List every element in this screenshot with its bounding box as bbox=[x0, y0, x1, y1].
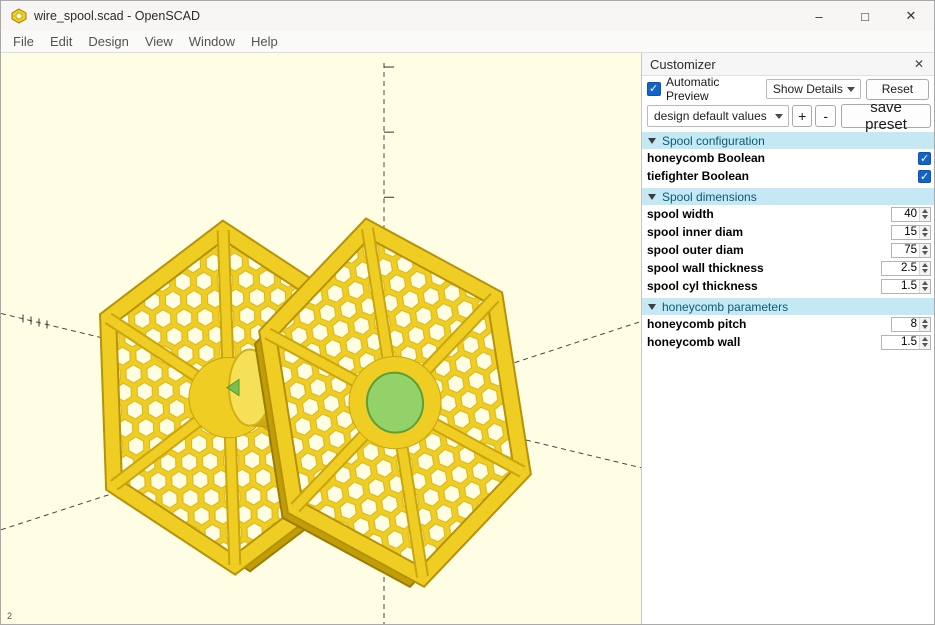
automatic-preview-checkbox[interactable] bbox=[647, 82, 661, 96]
param-row: spool inner diam 15 bbox=[642, 223, 934, 241]
openscad-window: wire_spool.scad - OpenSCAD – □ ✕ File Ed… bbox=[0, 0, 935, 625]
menu-window[interactable]: Window bbox=[181, 32, 243, 51]
preset-select-value: design default values bbox=[654, 109, 767, 123]
show-details-value: Show Details bbox=[773, 82, 843, 96]
param-label: tiefighter Boolean bbox=[647, 169, 918, 183]
honeycomb-pitch-input[interactable]: 8 bbox=[891, 317, 931, 332]
honeycomb-boolean-checkbox[interactable] bbox=[918, 152, 931, 165]
spinner-arrows-icon[interactable] bbox=[919, 336, 930, 349]
axis-scale-label: 2 bbox=[7, 611, 12, 621]
spool-width-input[interactable]: 40 bbox=[891, 207, 931, 222]
customizer-close-icon[interactable]: ✕ bbox=[912, 57, 926, 71]
param-row: tiefighter Boolean bbox=[642, 167, 934, 185]
automatic-preview-label: Automatic Preview bbox=[666, 75, 761, 103]
customizer-title: Customizer bbox=[650, 57, 716, 72]
param-row: spool wall thickness 2.5 bbox=[642, 259, 934, 277]
param-label: spool wall thickness bbox=[647, 261, 881, 275]
3d-viewport[interactable]: 2 bbox=[1, 53, 641, 624]
section-honeycomb-parameters: honeycomb parameters honeycomb pitch 8 h… bbox=[642, 298, 934, 351]
param-row: honeycomb pitch 8 bbox=[642, 315, 934, 333]
param-value: 2.5 bbox=[882, 262, 919, 275]
preset-toolbar: design default values + - save preset bbox=[642, 102, 934, 130]
window-controls: – □ ✕ bbox=[796, 1, 934, 31]
spinner-arrows-icon[interactable] bbox=[919, 226, 930, 239]
title-bar[interactable]: wire_spool.scad - OpenSCAD – □ ✕ bbox=[1, 1, 934, 31]
chevron-down-icon bbox=[775, 114, 783, 119]
section-spool-configuration: Spool configuration honeycomb Boolean ti… bbox=[642, 132, 934, 185]
save-preset-button[interactable]: save preset bbox=[841, 104, 931, 128]
param-value: 75 bbox=[892, 244, 919, 257]
param-row: honeycomb wall 1.5 bbox=[642, 333, 934, 351]
param-value: 1.5 bbox=[882, 280, 919, 293]
window-title: wire_spool.scad - OpenSCAD bbox=[34, 9, 200, 23]
minimize-button[interactable]: – bbox=[796, 1, 842, 31]
param-label: spool cyl thickness bbox=[647, 279, 881, 293]
spinner-arrows-icon[interactable] bbox=[919, 280, 930, 293]
reset-button[interactable]: Reset bbox=[866, 79, 929, 100]
param-row: honeycomb Boolean bbox=[642, 149, 934, 167]
param-label: honeycomb pitch bbox=[647, 317, 891, 331]
show-details-select[interactable]: Show Details bbox=[766, 79, 861, 99]
spinner-arrows-icon[interactable] bbox=[919, 244, 930, 257]
spool-cyl-thickness-input[interactable]: 1.5 bbox=[881, 279, 931, 294]
customizer-panel: Customizer ✕ Automatic Preview Show Deta… bbox=[641, 53, 934, 624]
section-title: Spool dimensions bbox=[662, 190, 757, 204]
spool-wall-thickness-input[interactable]: 2.5 bbox=[881, 261, 931, 276]
section-header-spool-dimensions[interactable]: Spool dimensions bbox=[642, 188, 934, 205]
param-value: 8 bbox=[892, 318, 919, 331]
parameter-sections: Spool configuration honeycomb Boolean ti… bbox=[642, 132, 934, 624]
param-value: 1.5 bbox=[882, 336, 919, 349]
collapse-triangle-icon bbox=[648, 194, 656, 200]
collapse-triangle-icon bbox=[648, 304, 656, 310]
menu-help[interactable]: Help bbox=[243, 32, 286, 51]
spool-outer-diam-input[interactable]: 75 bbox=[891, 243, 931, 258]
param-row: spool width 40 bbox=[642, 205, 934, 223]
main-area: 2 Customizer ✕ Automatic Preview Show De… bbox=[1, 53, 934, 624]
spinner-arrows-icon[interactable] bbox=[919, 262, 930, 275]
menu-view[interactable]: View bbox=[137, 32, 181, 51]
section-spool-dimensions: Spool dimensions spool width 40 spool in… bbox=[642, 188, 934, 295]
param-label: honeycomb Boolean bbox=[647, 151, 918, 165]
customizer-header: Customizer ✕ bbox=[642, 53, 934, 76]
preset-select[interactable]: design default values bbox=[647, 105, 789, 127]
add-preset-button[interactable]: + bbox=[792, 105, 813, 127]
close-button[interactable]: ✕ bbox=[888, 1, 934, 31]
spool-inner-diam-input[interactable]: 15 bbox=[891, 225, 931, 240]
spinner-arrows-icon[interactable] bbox=[919, 318, 930, 331]
honeycomb-wall-input[interactable]: 1.5 bbox=[881, 335, 931, 350]
param-value: 40 bbox=[892, 208, 919, 221]
param-row: spool outer diam 75 bbox=[642, 241, 934, 259]
menu-file[interactable]: File bbox=[5, 32, 42, 51]
param-value: 15 bbox=[892, 226, 919, 239]
menu-design[interactable]: Design bbox=[80, 32, 136, 51]
menu-edit[interactable]: Edit bbox=[42, 32, 80, 51]
maximize-button[interactable]: □ bbox=[842, 1, 888, 31]
chevron-down-icon bbox=[847, 87, 855, 92]
section-header-spool-configuration[interactable]: Spool configuration bbox=[642, 132, 934, 149]
tiefighter-boolean-checkbox[interactable] bbox=[918, 170, 931, 183]
param-label: spool width bbox=[647, 207, 891, 221]
param-label: honeycomb wall bbox=[647, 335, 881, 349]
menu-bar: File Edit Design View Window Help bbox=[1, 31, 934, 53]
collapse-triangle-icon bbox=[648, 138, 656, 144]
spool-model-render bbox=[1, 53, 641, 624]
section-header-honeycomb-parameters[interactable]: honeycomb parameters bbox=[642, 298, 934, 315]
remove-preset-button[interactable]: - bbox=[815, 105, 836, 127]
spinner-arrows-icon[interactable] bbox=[919, 208, 930, 221]
openscad-logo-icon bbox=[11, 8, 27, 24]
section-title: honeycomb parameters bbox=[662, 300, 788, 314]
section-title: Spool configuration bbox=[662, 134, 765, 148]
param-label: spool inner diam bbox=[647, 225, 891, 239]
param-row: spool cyl thickness 1.5 bbox=[642, 277, 934, 295]
param-label: spool outer diam bbox=[647, 243, 891, 257]
